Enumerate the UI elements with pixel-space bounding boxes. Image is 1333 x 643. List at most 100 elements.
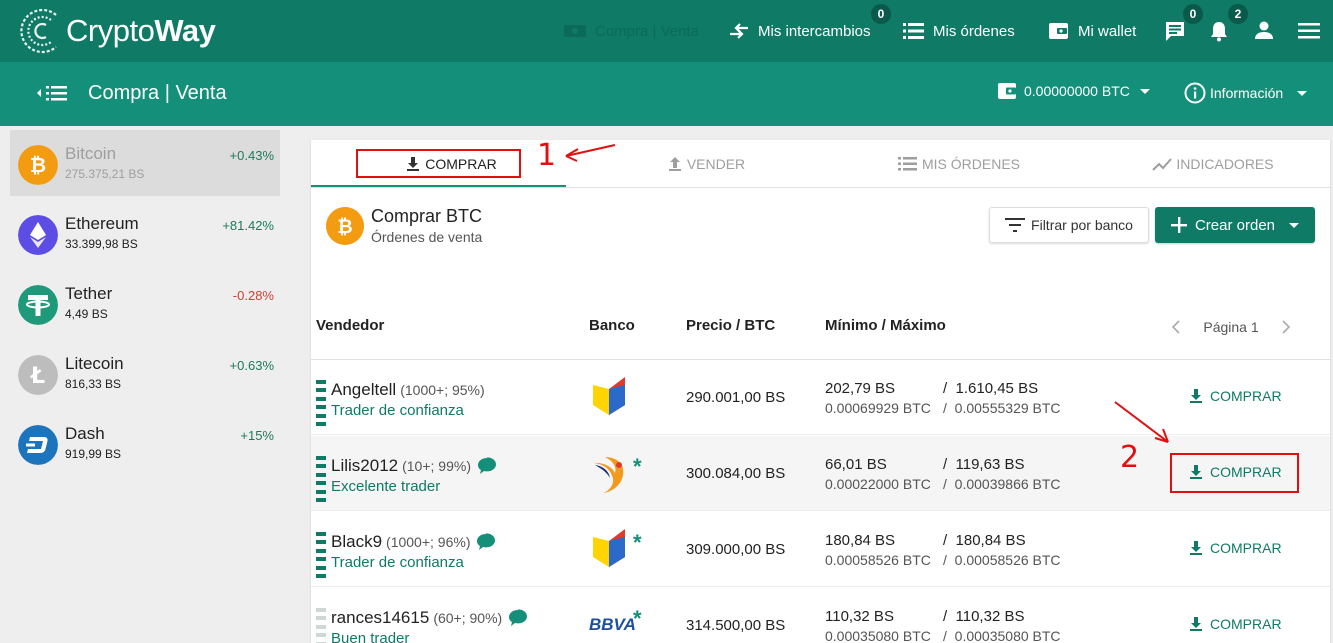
- seller-username: Lilis2012: [331, 456, 399, 475]
- chevron-left-icon[interactable]: [1171, 320, 1181, 334]
- seller-tag: Trader de confianza: [331, 554, 464, 571]
- max-bs: / 119,63 BS: [943, 456, 1025, 473]
- nav-mis-intercambios[interactable]: Mis intercambios: [728, 0, 871, 62]
- coin-item-bitcoin[interactable]: ₿ Bitcoin 275.375,21 BS +0.43%: [10, 130, 280, 196]
- reputation-level: [316, 380, 326, 426]
- price: 300.084,00 BS: [686, 465, 786, 482]
- chat-icon[interactable]: [477, 457, 497, 475]
- seller-name[interactable]: Black9 (1000+; 96%): [331, 532, 496, 552]
- coin-name: Bitcoin: [65, 144, 117, 163]
- messages-icon[interactable]: [1164, 20, 1186, 42]
- create-order-button[interactable]: Crear orden: [1155, 207, 1315, 243]
- min-bs: 202,79 BS: [825, 380, 896, 397]
- nav-mis-ordenes[interactable]: Mis órdenes: [903, 0, 1015, 62]
- coin-item-tether[interactable]: Tether 4,49 BS -0.28%: [10, 270, 280, 336]
- bitcoin-icon: ₿: [326, 207, 364, 245]
- create-order-label: Crear orden: [1194, 216, 1276, 234]
- balance-label: 0.00000000 BTC: [1024, 83, 1130, 99]
- coin-item-litecoin[interactable]: Ł Litecoin 816,33 BS +0.63%: [10, 340, 280, 406]
- price: 309.000,00 BS: [686, 541, 786, 558]
- list-icon: [897, 156, 918, 172]
- info-dropdown[interactable]: Información: [1184, 82, 1308, 104]
- cash-icon: [563, 23, 587, 39]
- page-title: Compra | Venta: [88, 82, 227, 104]
- coin-change: -0.28%: [232, 288, 274, 303]
- reputation-level: [316, 532, 326, 578]
- balance-dropdown[interactable]: 0.00000000 BTC: [998, 82, 1150, 100]
- max-btc: / 0.00039866 BTC: [943, 476, 1061, 492]
- brand-logo[interactable]: CryptoWay: [16, 5, 216, 57]
- coin-name: Dash: [65, 424, 105, 443]
- bank-logo-bod: [593, 529, 625, 567]
- filter-by-bank-button[interactable]: Filtrar por banco: [989, 207, 1149, 243]
- min-btc: 0.00058526 BTC: [825, 552, 931, 568]
- min-btc: 0.00035080 BTC: [825, 628, 931, 643]
- annotation-box-comprar-button: [1170, 453, 1299, 493]
- coin-name: Ethereum: [65, 214, 139, 233]
- page-number: Página 1: [1203, 319, 1259, 335]
- max-btc: / 0.00058526 BTC: [943, 552, 1061, 568]
- buy-label: COMPRAR: [1210, 616, 1282, 632]
- notifications-icon[interactable]: [1209, 20, 1229, 42]
- column-header-precio[interactable]: Precio / BTC: [686, 317, 775, 334]
- upload-icon: [667, 156, 683, 172]
- column-header-vendedor[interactable]: Vendedor: [316, 317, 384, 334]
- annotation-number-2: 2: [1120, 440, 1140, 475]
- coin-item-dash[interactable]: Dash 919,99 BS +15%: [10, 410, 280, 476]
- annotation-box-comprar-tab: [356, 149, 521, 178]
- chat-icon[interactable]: [508, 609, 528, 627]
- coin-item-ethereum[interactable]: Ethereum 33.399,98 BS +81.42%: [10, 200, 280, 266]
- filter-by-bank-label: Filtrar por banco: [1031, 217, 1133, 233]
- download-icon: [1188, 540, 1204, 556]
- nav-mi-wallet[interactable]: Mi wallet: [1048, 0, 1136, 62]
- column-header-banco[interactable]: Banco: [589, 317, 635, 334]
- exchange-icon: [728, 22, 750, 40]
- svg-text:₿: ₿: [337, 216, 352, 238]
- buy-button[interactable]: COMPRAR: [1188, 540, 1282, 556]
- section-subtitle: Órdenes de venta: [371, 229, 483, 245]
- column-header-min-max[interactable]: Mínimo / Máximo: [825, 317, 946, 334]
- messages-badge: 0: [1183, 4, 1203, 24]
- min-btc: 0.00022000 BTC: [825, 476, 931, 492]
- toggle-sidebar-button[interactable]: [36, 83, 70, 103]
- reputation-level: [316, 608, 326, 643]
- brand-name: CryptoWay: [66, 13, 216, 48]
- table-row: Angeltell (1000+; 95%) Trader de confianz…: [311, 360, 1330, 435]
- intercambios-badge: 0: [871, 4, 891, 24]
- coin-change: +15%: [240, 428, 274, 443]
- buy-button[interactable]: COMPRAR: [1188, 388, 1282, 404]
- chat-icon[interactable]: [476, 533, 496, 551]
- coin-change: +0.43%: [229, 148, 274, 163]
- download-icon: [1188, 388, 1204, 404]
- verified-asterisk: *: [633, 606, 642, 631]
- tab-vender-label: VENDER: [686, 156, 746, 172]
- info-icon: [1184, 82, 1206, 104]
- list-collapse-icon: [37, 86, 67, 101]
- nav-mis-ordenes-label: Mis órdenes: [933, 22, 1015, 40]
- nav-compra-venta[interactable]: Compra | Venta: [563, 0, 699, 62]
- table-row: rances14615 (60+; 90%) Buen trader BBVA *…: [311, 588, 1330, 643]
- seller-tag: Buen trader: [331, 630, 410, 643]
- seller-name[interactable]: Angeltell (1000+; 95%): [331, 380, 485, 400]
- menu-icon[interactable]: [1298, 23, 1320, 39]
- seller-username: rances14615: [331, 608, 430, 627]
- max-bs: / 1.610,45 BS: [943, 380, 1039, 397]
- logo-icon: [20, 8, 57, 54]
- tab-vender[interactable]: VENDER: [581, 140, 831, 188]
- tab-mis-ordenes[interactable]: MIS ÓRDENES: [834, 140, 1084, 188]
- bitcoin-icon: ₿: [18, 145, 58, 185]
- chevron-down-icon: [1289, 222, 1300, 228]
- tab-indicadores[interactable]: INDICADORES: [1088, 140, 1333, 188]
- seller-name[interactable]: Lilis2012 (10+; 99%): [331, 456, 497, 476]
- bank-logo-bod: [593, 377, 625, 415]
- tab-mis-ordenes-label: MIS ÓRDENES: [921, 156, 1020, 172]
- dash-icon: [18, 425, 58, 465]
- user-icon[interactable]: [1254, 20, 1274, 40]
- buy-button[interactable]: COMPRAR: [1188, 616, 1282, 632]
- price: 290.001,00 BS: [686, 389, 786, 406]
- chevron-right-icon[interactable]: [1281, 320, 1291, 334]
- seller-name[interactable]: rances14615 (60+; 90%): [331, 608, 528, 628]
- verified-asterisk: *: [633, 530, 642, 555]
- seller-tag: Trader de confianza: [331, 402, 464, 419]
- tether-icon: [18, 285, 58, 325]
